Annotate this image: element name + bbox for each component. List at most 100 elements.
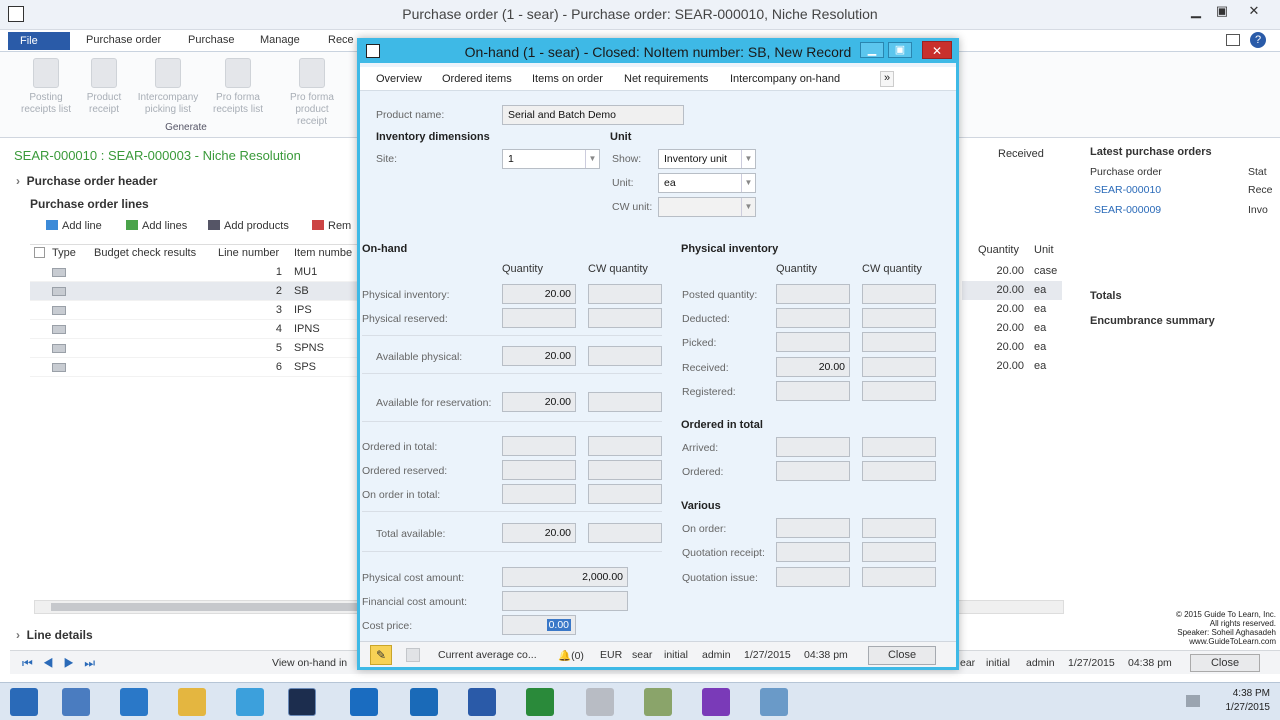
table-row[interactable]: 20.00 ea <box>962 338 1062 357</box>
network-tray-icon[interactable] <box>1186 695 1200 707</box>
cost-price-label: Cost price: <box>362 620 413 632</box>
server-manager-icon[interactable] <box>62 688 90 716</box>
add-line-button[interactable]: Add line <box>46 220 102 232</box>
lync-icon[interactable] <box>350 688 378 716</box>
tools-icon[interactable] <box>586 688 614 716</box>
powershell-icon[interactable] <box>120 688 148 716</box>
file-menu[interactable]: File <box>8 32 70 50</box>
latest-po-title[interactable]: Latest purchase orders <box>1090 146 1212 158</box>
add-lines-button[interactable]: Add lines <box>126 220 187 232</box>
ordered-qty <box>776 461 850 481</box>
tab-intercompany-onhand[interactable]: Intercompany on-hand <box>730 73 840 85</box>
table-row[interactable]: 2 SB <box>30 282 360 301</box>
col-type[interactable]: Type <box>52 245 76 263</box>
col-item-number[interactable]: Item numbe <box>294 245 352 263</box>
table-row[interactable]: 20.00 ea <box>962 319 1062 338</box>
tab-manage[interactable]: Manage <box>260 34 300 46</box>
tab-items-on-order[interactable]: Items on order <box>532 73 603 85</box>
po-header-section[interactable]: › Purchase order header <box>16 174 157 188</box>
table-row[interactable]: 3 IPS <box>30 301 360 320</box>
total-available-qty: 20.00 <box>502 523 576 543</box>
site-label: Site: <box>376 153 398 165</box>
more-tabs-button[interactable]: » <box>880 71 894 87</box>
table-row[interactable]: 6 SPS <box>30 358 360 377</box>
quotation-receipt-qty <box>776 542 850 562</box>
window-icon[interactable] <box>1226 34 1240 46</box>
dynamics-ax-icon[interactable] <box>288 688 316 716</box>
cw-unit-select[interactable]: ▼ <box>658 197 756 217</box>
add-products-button[interactable]: Add products <box>208 220 289 232</box>
col-po: Purchase order <box>1090 166 1162 178</box>
windows-start-icon[interactable] <box>10 688 38 716</box>
table-row[interactable]: 20.00 ea <box>962 300 1062 319</box>
pro-forma-receipts-button[interactable]: Pro forma receipts list <box>206 58 270 116</box>
tab-overview[interactable]: Overview <box>376 73 422 85</box>
dialog-close-button[interactable]: Close <box>868 646 936 665</box>
minimize-icon[interactable]: ▁ <box>1184 2 1208 20</box>
col-quantity[interactable]: Quantity <box>978 244 1019 256</box>
product-name-field[interactable]: Serial and Batch Demo <box>502 105 684 125</box>
notification-status[interactable]: 🔔(0) <box>558 649 584 662</box>
tab-receive[interactable]: Rece <box>328 34 354 46</box>
table-row[interactable]: 5 SPNS <box>30 339 360 358</box>
table-row[interactable]: 20.00 ea <box>962 281 1062 300</box>
show-select[interactable]: Inventory unit ▼ <box>658 149 756 169</box>
table-row[interactable]: 1 MU1 <box>30 263 360 282</box>
maximize-icon[interactable]: ▣ <box>1210 2 1234 20</box>
document-icon[interactable] <box>406 648 420 662</box>
view-onhand-link[interactable]: View on-hand in <box>272 657 347 669</box>
network-icon[interactable] <box>644 688 672 716</box>
table-row[interactable]: 20.00 ea <box>962 357 1062 376</box>
tab-ordered-items[interactable]: Ordered items <box>442 73 512 85</box>
chevron-down-icon[interactable]: ▼ <box>741 150 755 168</box>
tab-net-requirements[interactable]: Net requirements <box>624 73 708 85</box>
main-title-bar: Purchase order (1 - sear) - Purchase ord… <box>0 0 1280 30</box>
internet-explorer-icon[interactable] <box>236 688 264 716</box>
remove-button[interactable]: Rem <box>312 220 351 232</box>
visual-studio-icon[interactable] <box>702 688 730 716</box>
help-icon[interactable]: ? <box>1250 32 1266 48</box>
line-type-icon <box>52 363 66 372</box>
po-link[interactable]: SEAR-000010 <box>1094 184 1161 196</box>
select-all-checkbox[interactable] <box>34 247 45 258</box>
outlook-icon[interactable] <box>410 688 438 716</box>
tab-purchase-order[interactable]: Purchase order <box>86 34 161 46</box>
chevron-down-icon[interactable]: ▼ <box>585 150 599 168</box>
lines-toolbar: Add line Add lines Add products Rem <box>30 220 360 238</box>
main-close-button[interactable]: Close <box>1190 654 1260 672</box>
po-link[interactable]: SEAR-000009 <box>1094 204 1161 216</box>
close-icon[interactable]: ✕ <box>1242 2 1266 20</box>
excel-icon[interactable] <box>526 688 554 716</box>
tab-purchase[interactable]: Purchase <box>188 34 234 46</box>
chevron-down-icon[interactable]: ▼ <box>741 198 755 216</box>
edit-icon[interactable]: ✎ <box>370 645 392 665</box>
record-title: SEAR-000010 : SEAR-000003 - Niche Resolu… <box>14 148 301 163</box>
chevron-down-icon[interactable]: ▼ <box>741 174 755 192</box>
line-details-section[interactable]: › Line details <box>16 628 93 642</box>
intercompany-picking-button[interactable]: Intercompany picking list <box>136 58 200 116</box>
product-receipt-button[interactable]: Product receipt <box>72 58 136 116</box>
encumbrance-factbox[interactable]: Encumbrance summary <box>1090 315 1215 327</box>
unit-select[interactable]: ea ▼ <box>658 173 756 193</box>
pro-forma-product-receipt-button[interactable]: Pro forma product receipt <box>280 58 344 128</box>
totals-factbox[interactable]: Totals <box>1090 290 1122 302</box>
dialog-maximize-icon[interactable]: ▣ <box>888 42 912 58</box>
col-unit[interactable]: Unit <box>1034 244 1054 256</box>
site-select[interactable]: 1 ▼ <box>502 149 600 169</box>
physical-reserved-cw <box>588 308 662 328</box>
posting-receipts-button[interactable]: Posting receipts list <box>14 58 78 116</box>
col-budget[interactable]: Budget check results <box>94 245 196 263</box>
cost-price-field[interactable]: 0.00 <box>502 615 576 635</box>
table-row[interactable]: 20.00 case <box>962 262 1062 281</box>
table-row[interactable]: 4 IPNS <box>30 320 360 339</box>
po-lines-section[interactable]: Purchase order lines <box>30 197 149 211</box>
scroll-thumb[interactable] <box>51 603 361 611</box>
dialog-close-icon[interactable]: ✕ <box>922 41 952 59</box>
clock[interactable]: 4:38 PM 1/27/2015 <box>1226 687 1271 715</box>
file-explorer-icon[interactable] <box>178 688 206 716</box>
settings-icon[interactable] <box>760 688 788 716</box>
dialog-minimize-icon[interactable]: ▁ <box>860 42 884 58</box>
word-icon[interactable] <box>468 688 496 716</box>
col-line-number[interactable]: Line number <box>218 245 279 263</box>
record-nav-icons[interactable]: ⏮◀▶⏭ <box>22 656 105 671</box>
